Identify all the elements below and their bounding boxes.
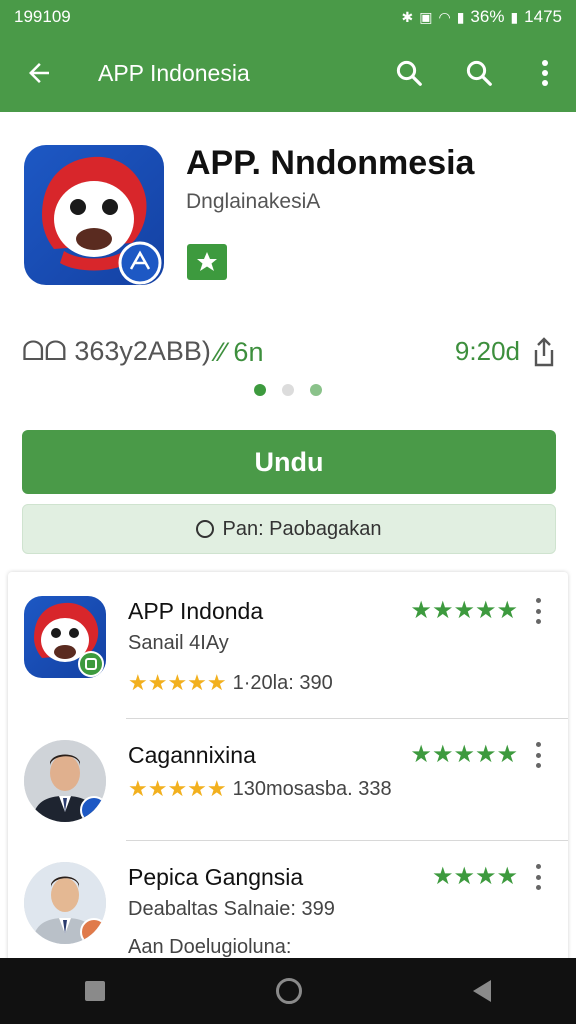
badge-icon bbox=[197, 252, 217, 271]
list-item-title: APP Indonda bbox=[128, 598, 264, 624]
more-vert-icon[interactable] bbox=[528, 598, 548, 624]
signal-icon: ▮ bbox=[456, 8, 465, 25]
arrow-back-icon bbox=[29, 63, 49, 83]
back-button[interactable] bbox=[0, 58, 78, 88]
share-icon[interactable] bbox=[532, 336, 556, 367]
app-header: APP. Nndonmesia DnglainakesiA bbox=[0, 112, 576, 302]
mascot-icon bbox=[34, 602, 104, 677]
search-button-2[interactable] bbox=[444, 38, 514, 108]
list-item-meta: ★★★★★ 1·20la: 390 bbox=[128, 670, 333, 696]
carousel-dot[interactable] bbox=[254, 384, 266, 396]
list-item[interactable]: Cagannixina ★★★★★ 130mosasba. 338 ★★★★★ bbox=[8, 716, 568, 838]
editors-choice-badge bbox=[187, 244, 227, 280]
green-rating-stars: ★★★★★ bbox=[410, 597, 518, 624]
meta-left-text: ᗝᗝ 363y2ABB) bbox=[22, 336, 211, 366]
app-bar-title: APP Indonesia bbox=[98, 59, 250, 86]
more-vert-icon[interactable] bbox=[528, 864, 548, 890]
system-nav-bar bbox=[0, 958, 576, 1024]
battery-level: 36% bbox=[470, 7, 505, 26]
home-button[interactable] bbox=[275, 978, 302, 1004]
more-vert-icon bbox=[542, 60, 548, 86]
app-bar: APP Indonesia bbox=[0, 34, 576, 112]
secondary-button[interactable]: Pan: Paobagakan bbox=[22, 504, 556, 554]
vibrate-icon: ▣ bbox=[419, 8, 433, 25]
bluetooth-icon: ✱ bbox=[401, 8, 414, 25]
wifi-icon: ◠ bbox=[438, 8, 451, 25]
carousel-dot[interactable] bbox=[282, 384, 294, 396]
status-icons: ✱ ▣ ◠ ▮ 36% ▮ 1475 bbox=[402, 7, 562, 27]
list-item-subtitle: Deabaltas Salnaie: 399 bbox=[128, 898, 335, 920]
mascot-icon bbox=[42, 156, 162, 285]
list-item-title: Pepica Gangnsia bbox=[128, 864, 304, 890]
meta-green-text: ⁄⁄ 6n bbox=[216, 336, 264, 367]
more-vert-icon[interactable] bbox=[528, 742, 548, 768]
install-button[interactable]: Undu bbox=[22, 430, 556, 494]
back-nav-button[interactable] bbox=[472, 980, 491, 1002]
search-button-1[interactable] bbox=[374, 38, 444, 108]
list-item[interactable]: Pepica Gangnsia Deabaltas Salnaie: 399 A… bbox=[8, 838, 568, 960]
status-clock: 1475 bbox=[524, 7, 562, 26]
status-time: 199109 bbox=[14, 7, 71, 26]
person-avatar bbox=[24, 862, 106, 944]
person-avatar bbox=[24, 740, 106, 822]
search-icon bbox=[466, 60, 492, 86]
list-item-subtitle: Sanail 4IAy bbox=[128, 632, 229, 654]
app-icon bbox=[24, 145, 164, 285]
circle-icon bbox=[196, 520, 215, 538]
meta-right-text: 9:20d bbox=[454, 336, 520, 366]
meta-right: 9:20d bbox=[455, 336, 556, 367]
carousel-dot[interactable] bbox=[310, 384, 322, 396]
rating-stars: ★★★★★ bbox=[128, 670, 227, 695]
overflow-menu-button[interactable] bbox=[514, 38, 576, 108]
green-rating-stars: ★★★★ bbox=[431, 863, 518, 890]
status-bar: 199109 ✱ ▣ ◠ ▮ 36% ▮ 1475 bbox=[0, 0, 576, 34]
search-icon bbox=[396, 60, 422, 86]
meta-row: ᗝᗝ 363y2ABB) ⁄⁄ 6n 9:20d bbox=[0, 330, 576, 380]
list-item-meta: ★★★★★ 130mosasba. 338 bbox=[128, 776, 392, 802]
app-avatar bbox=[24, 596, 106, 678]
developer-name[interactable]: DnglainakesiA bbox=[186, 190, 320, 214]
app-name: APP. Nndonmesia bbox=[186, 144, 475, 182]
rating-stars: ★★★★★ bbox=[128, 776, 227, 801]
app-badge-icon bbox=[80, 796, 106, 822]
app-badge-icon bbox=[80, 918, 106, 944]
list-item-meta-text: 1·20la: 390 bbox=[232, 671, 333, 694]
list-item-title: Cagannixina bbox=[128, 742, 256, 768]
list-item[interactable]: APP Indonda Sanail 4IAy ★★★★★ 1·20la: 39… bbox=[8, 572, 568, 696]
secondary-button-label: Pan: Paobagakan bbox=[222, 517, 382, 540]
list-item-meta: Aan Doelugioluna: bbox=[128, 936, 291, 959]
carousel-indicator bbox=[0, 384, 576, 396]
green-rating-stars: ★★★★★ bbox=[410, 741, 518, 768]
list-item-meta-text: 130mosasba. 338 bbox=[232, 777, 392, 800]
battery-icon: ▮ bbox=[510, 8, 519, 25]
list-item-meta-text: Aan Doelugioluna: bbox=[128, 936, 292, 958]
meta-left: ᗝᗝ 363y2ABB) ⁄⁄ 6n bbox=[22, 336, 263, 368]
related-apps-list: APP Indonda Sanail 4IAy ★★★★★ 1·20la: 39… bbox=[8, 572, 568, 972]
recents-button[interactable] bbox=[85, 981, 106, 1001]
